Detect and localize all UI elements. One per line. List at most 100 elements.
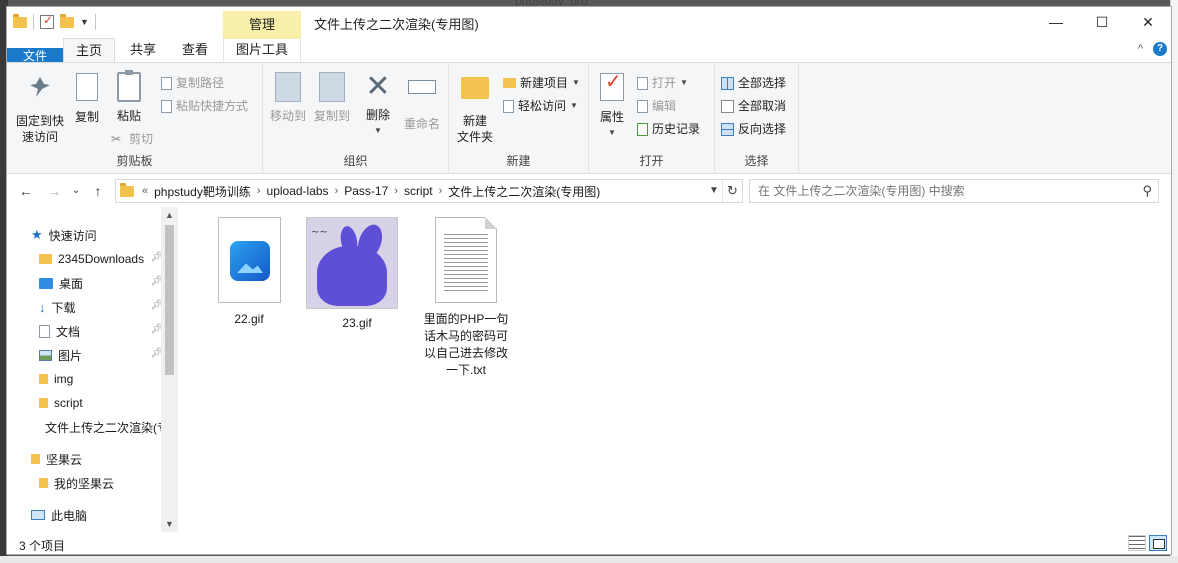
toolbar-divider [33, 14, 34, 30]
select-all-button[interactable]: 全部选择 [721, 73, 786, 93]
breadcrumb-item[interactable]: script [404, 184, 433, 198]
pin-label-1: 固定到快 [15, 114, 64, 128]
scrollbar-thumb[interactable] [165, 225, 174, 375]
delete-button[interactable]: ✕ 删除 ▼ [361, 71, 395, 139]
properties-caret-icon[interactable]: ▼ [595, 125, 629, 141]
scroll-up-icon[interactable]: ▲ [161, 207, 178, 223]
file-item[interactable]: 22.gif [201, 217, 297, 328]
rename-label: 重命名 [403, 117, 440, 131]
copy-to-button[interactable]: 复制到 [311, 71, 353, 124]
scroll-down-icon[interactable]: ▼ [161, 516, 178, 532]
new-folder-label-2: 文件夹 [456, 130, 493, 144]
paste-label: 粘贴 [116, 109, 141, 123]
new-item-button[interactable]: 新建项目 ▼ [503, 73, 580, 93]
nav-item-img[interactable]: img [39, 368, 161, 390]
navigation-scrollbar[interactable]: ▲ ▼ [161, 207, 178, 532]
file-item[interactable]: 里面的PHP一句话木马的密码可以自己进去修改一下.txt [421, 217, 511, 379]
breadcrumb-item[interactable]: upload-labs [267, 184, 329, 198]
breadcrumb-overflow[interactable]: « [142, 185, 148, 197]
move-to-icon [275, 72, 301, 102]
search-box[interactable]: ⚲ [749, 179, 1159, 203]
copy-to-icon [319, 72, 345, 102]
copy-to-label: 复制到 [313, 109, 350, 123]
tab-home[interactable]: 主页 [63, 38, 115, 62]
refresh-icon[interactable]: ↻ [722, 180, 742, 202]
search-icon[interactable]: ⚲ [1142, 183, 1152, 199]
window-title: 文件上传之二次渲染(专用图) [314, 17, 479, 32]
invert-selection-button[interactable]: 反向选择 [721, 119, 786, 139]
breadcrumb-item-current[interactable]: 文件上传之二次渲染(专用图) [448, 183, 600, 200]
nav-item-desktop[interactable]: 桌面 📌︎ [39, 272, 165, 294]
rename-button[interactable]: 重命名 [401, 71, 443, 132]
search-input[interactable] [750, 180, 1130, 202]
star-icon: ★ [31, 227, 43, 242]
nav-item-downloads-2345[interactable]: 2345Downloads 📌︎ [39, 248, 165, 270]
delete-label: 删除 [365, 108, 390, 122]
breadcrumb-item[interactable]: phpstudy靶场训练 [154, 183, 251, 200]
help-icon[interactable]: ? [1153, 42, 1167, 56]
large-icons-view-button[interactable] [1149, 535, 1167, 551]
easy-access-button[interactable]: 轻松访问 ▼ [503, 96, 578, 116]
document-icon [39, 324, 50, 338]
nav-item-label: 文档 [56, 324, 81, 339]
forward-button[interactable]: → [43, 179, 65, 203]
navigation-pane: ★ 快速访问 2345Downloads 📌︎ 桌面 📌︎ ↓ 下载 📌︎ 文档… [7, 207, 178, 532]
breadcrumb-item[interactable]: Pass-17 [344, 184, 388, 198]
address-dropdown-icon[interactable]: ▼ [706, 180, 722, 202]
ribbon-tab-controls: ^ ? [1138, 42, 1167, 56]
folder-icon [120, 182, 134, 197]
close-button[interactable]: ✕ [1125, 7, 1171, 37]
pin-to-quick-access-button[interactable]: 固定到快 速访问 [13, 71, 67, 145]
customize-toolbar-caret-icon[interactable]: ▼ [80, 17, 89, 27]
move-to-button[interactable]: 移动到 [267, 71, 309, 124]
paste-button[interactable]: 粘贴 [111, 70, 147, 124]
new-folder-button[interactable]: 新建 文件夹 [455, 71, 495, 145]
select-none-button[interactable]: 全部取消 [721, 96, 786, 116]
breadcrumb-separator-icon[interactable]: › [257, 185, 261, 197]
new-folder-icon [461, 77, 489, 99]
recent-locations-button[interactable]: ⌄ [65, 179, 87, 203]
open-icon [637, 76, 648, 90]
delete-caret-icon[interactable]: ▼ [361, 123, 395, 139]
edit-button[interactable]: 编辑 [637, 96, 676, 116]
nav-item-script[interactable]: script [39, 392, 161, 414]
nav-item-pictures[interactable]: 图片 📌︎ [39, 344, 165, 366]
copy-path-label: 复制路径 [176, 76, 225, 90]
copy-label: 复制 [74, 110, 99, 124]
file-item[interactable]: ~~ 23.gif [306, 217, 405, 332]
tab-picture-tools[interactable]: 图片工具 [223, 38, 301, 62]
scissors-icon: ✂ [111, 132, 122, 146]
history-button[interactable]: 历史记录 [637, 119, 700, 139]
nav-item-my-jianguoyun[interactable]: 我的坚果云 [39, 472, 161, 494]
new-folder-icon[interactable] [60, 13, 74, 28]
nav-item-documents[interactable]: 文档 📌︎ [39, 320, 165, 342]
properties-icon[interactable] [40, 13, 54, 29]
open-button[interactable]: 打开 ▼ [637, 73, 688, 93]
up-button[interactable]: ↑ [87, 179, 109, 203]
desktop-icon [39, 277, 53, 289]
tab-view[interactable]: 查看 [169, 38, 221, 62]
breadcrumb-separator-icon[interactable]: › [335, 185, 339, 197]
nav-item-label: 文件上传之二次渲染(专用图) [45, 420, 161, 435]
manage-context-tab[interactable]: 管理 [223, 11, 301, 39]
nav-item-current-folder[interactable]: 文件上传之二次渲染(专用图) [39, 416, 161, 438]
details-view-button[interactable] [1128, 535, 1146, 551]
maximize-button[interactable]: ☐ [1079, 7, 1125, 37]
breadcrumb-separator-icon[interactable]: › [394, 185, 398, 197]
tab-share[interactable]: 共享 [117, 38, 169, 62]
file-name: 里面的PHP一句话木马的密码可以自己进去修改一下.txt [423, 312, 509, 377]
back-button[interactable]: ← [15, 179, 37, 203]
collapse-ribbon-icon[interactable]: ^ [1138, 43, 1143, 55]
paste-shortcut-button[interactable]: 粘贴快捷方式 [161, 96, 248, 116]
copy-button[interactable]: 复制 [69, 71, 105, 125]
properties-icon [600, 73, 624, 101]
copy-path-button[interactable]: 复制路径 [161, 73, 224, 93]
breadcrumb-separator-icon[interactable]: › [439, 185, 443, 197]
cut-button[interactable]: ✂ 剪切 [111, 129, 153, 149]
nav-item-downloads[interactable]: ↓ 下载 📌︎ [39, 296, 165, 318]
folder-icon [13, 13, 27, 28]
nav-item-label: 2345Downloads [58, 252, 145, 266]
address-bar[interactable]: « phpstudy靶场训练 › upload-labs › Pass-17 ›… [115, 179, 743, 203]
minimize-button[interactable]: — [1033, 7, 1079, 37]
properties-button[interactable]: 属性 ▼ [595, 71, 629, 141]
